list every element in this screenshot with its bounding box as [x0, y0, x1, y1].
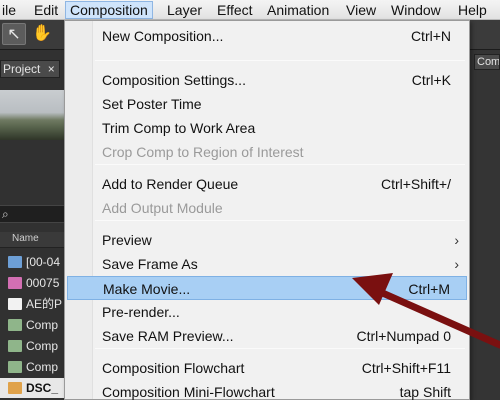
project-row-label: DSC_ — [26, 381, 59, 395]
selection-tool-icon[interactable]: ↖ — [2, 23, 26, 45]
menu-item-shortcut: Ctrl+Numpad 0 — [356, 328, 451, 344]
submenu-arrow-icon: › — [454, 232, 459, 248]
project-search-input[interactable]: ⌕ — [0, 205, 64, 223]
menu-layer[interactable]: Layer — [163, 1, 206, 19]
menu-edit[interactable]: Edit — [30, 1, 62, 19]
menu-item-label: Save Frame As — [102, 256, 198, 272]
composition-icon — [8, 361, 22, 373]
menu-effect[interactable]: Effect — [213, 1, 257, 19]
composition-icon — [8, 319, 22, 331]
menu-separator — [95, 60, 465, 61]
composition-panel — [470, 50, 500, 400]
menu-item-label: Composition Flowchart — [102, 360, 245, 376]
menu-item-shortcut: Ctrl+Shift+/ — [380, 176, 451, 192]
menu-item-label: Add Output Module — [102, 200, 223, 216]
menu-item-shortcut: Ctrl+N — [410, 28, 451, 44]
search-icon: ⌕ — [2, 207, 9, 221]
menu-composition[interactable]: Composition — [65, 1, 153, 19]
menu-window[interactable]: Window — [387, 1, 445, 19]
footage-thumbnail — [0, 90, 64, 140]
document-icon — [8, 298, 22, 310]
project-row-label: AE的P — [26, 297, 63, 311]
menu-item-label: Save RAM Preview... — [102, 328, 234, 344]
menu-item-shortcut: tap Shift — [399, 384, 451, 400]
composition-tab[interactable]: Com — [474, 54, 500, 70]
project-row-label: Comp — [26, 318, 59, 332]
menu-item-save-frame-as[interactable]: Save Frame As › — [67, 252, 467, 276]
menu-file[interactable]: ile — [0, 1, 20, 19]
image-file-icon — [8, 277, 22, 289]
menu-item-label: Crop Comp to Region of Interest — [102, 144, 304, 160]
menu-item-shortcut: Ctrl+M — [408, 281, 450, 297]
menu-item-shortcut: Ctrl+K — [411, 72, 451, 88]
menu-item-pre-render[interactable]: Pre-render... — [67, 300, 467, 324]
menu-item-new-composition[interactable]: New Composition... Ctrl+N — [67, 24, 467, 48]
column-header-label: Name — [12, 233, 39, 244]
menu-item-composition-flowchart[interactable]: Composition Flowchart Ctrl+Shift+F11 — [67, 356, 467, 380]
composition-icon — [8, 340, 22, 352]
menu-separator — [95, 164, 465, 165]
menu-item-add-to-render-queue[interactable]: Add to Render Queue Ctrl+Shift+/ — [67, 172, 467, 196]
image-file-icon — [8, 382, 22, 394]
composition-menu: New Composition... Ctrl+N Composition Sett… — [64, 20, 470, 400]
menu-separator — [95, 348, 465, 349]
submenu-arrow-icon: › — [454, 256, 459, 272]
menu-item-composition-mini-flowchart[interactable]: Composition Mini-Flowchart tap Shift — [67, 380, 467, 400]
folder-icon — [8, 256, 22, 268]
project-row[interactable]: AE的P — [0, 294, 64, 314]
project-row-label: [00-04 — [26, 255, 61, 269]
menu-item-label: Make Movie... — [103, 281, 191, 297]
menu-item-label: Preview — [102, 232, 152, 248]
project-row-label: 00075 — [26, 276, 60, 290]
hand-tool-icon[interactable]: ✋ — [30, 23, 54, 45]
menu-item-label: Pre-render... — [102, 304, 180, 320]
project-row[interactable]: Comp — [0, 357, 64, 377]
menu-animation[interactable]: Animation — [263, 1, 333, 19]
menu-item-label: Add to Render Queue — [102, 176, 239, 192]
menu-item-label: Composition Mini-Flowchart — [102, 384, 275, 400]
project-tab[interactable]: Project × — [0, 60, 60, 78]
project-row[interactable]: Comp — [0, 336, 64, 356]
menu-item-label: New Composition... — [102, 28, 224, 44]
project-row-label: Comp — [26, 339, 59, 353]
menu-item-label: Composition Settings... — [102, 72, 246, 88]
menu-help[interactable]: Help — [454, 1, 491, 19]
menu-item-trim-comp-to-work-area[interactable]: Trim Comp to Work Area — [67, 116, 467, 140]
menu-separator — [95, 220, 465, 221]
menu-item-add-output-module: Add Output Module — [67, 196, 467, 220]
project-tab-label: Project — [3, 62, 41, 76]
project-row[interactable]: [00-04 — [0, 252, 64, 272]
menu-item-label: Trim Comp to Work Area — [102, 120, 256, 136]
menu-item-make-movie[interactable]: Make Movie... Ctrl+M — [67, 276, 467, 300]
project-row-label: Comp — [26, 360, 59, 374]
project-tab-close-icon[interactable]: × — [48, 62, 55, 76]
name-column-header[interactable]: Name — [0, 232, 64, 248]
menu-item-set-poster-time[interactable]: Set Poster Time — [67, 92, 467, 116]
menu-bar: ile Edit Composition Layer Effect Animat… — [0, 0, 500, 20]
menu-item-shortcut: Ctrl+Shift+F11 — [361, 360, 451, 376]
menu-view[interactable]: View — [342, 1, 380, 19]
menu-item-save-ram-preview[interactable]: Save RAM Preview... Ctrl+Numpad 0 — [67, 324, 467, 348]
menu-item-crop-comp-to-region-of-interest: Crop Comp to Region of Interest — [67, 140, 467, 164]
menu-item-label: Set Poster Time — [102, 96, 202, 112]
menu-item-preview[interactable]: Preview › — [67, 228, 467, 252]
project-row[interactable]: 00075 — [0, 273, 64, 293]
project-row[interactable]: Comp — [0, 315, 64, 335]
project-row[interactable]: DSC_ — [0, 378, 64, 398]
menu-item-composition-settings[interactable]: Composition Settings... Ctrl+K — [67, 68, 467, 92]
